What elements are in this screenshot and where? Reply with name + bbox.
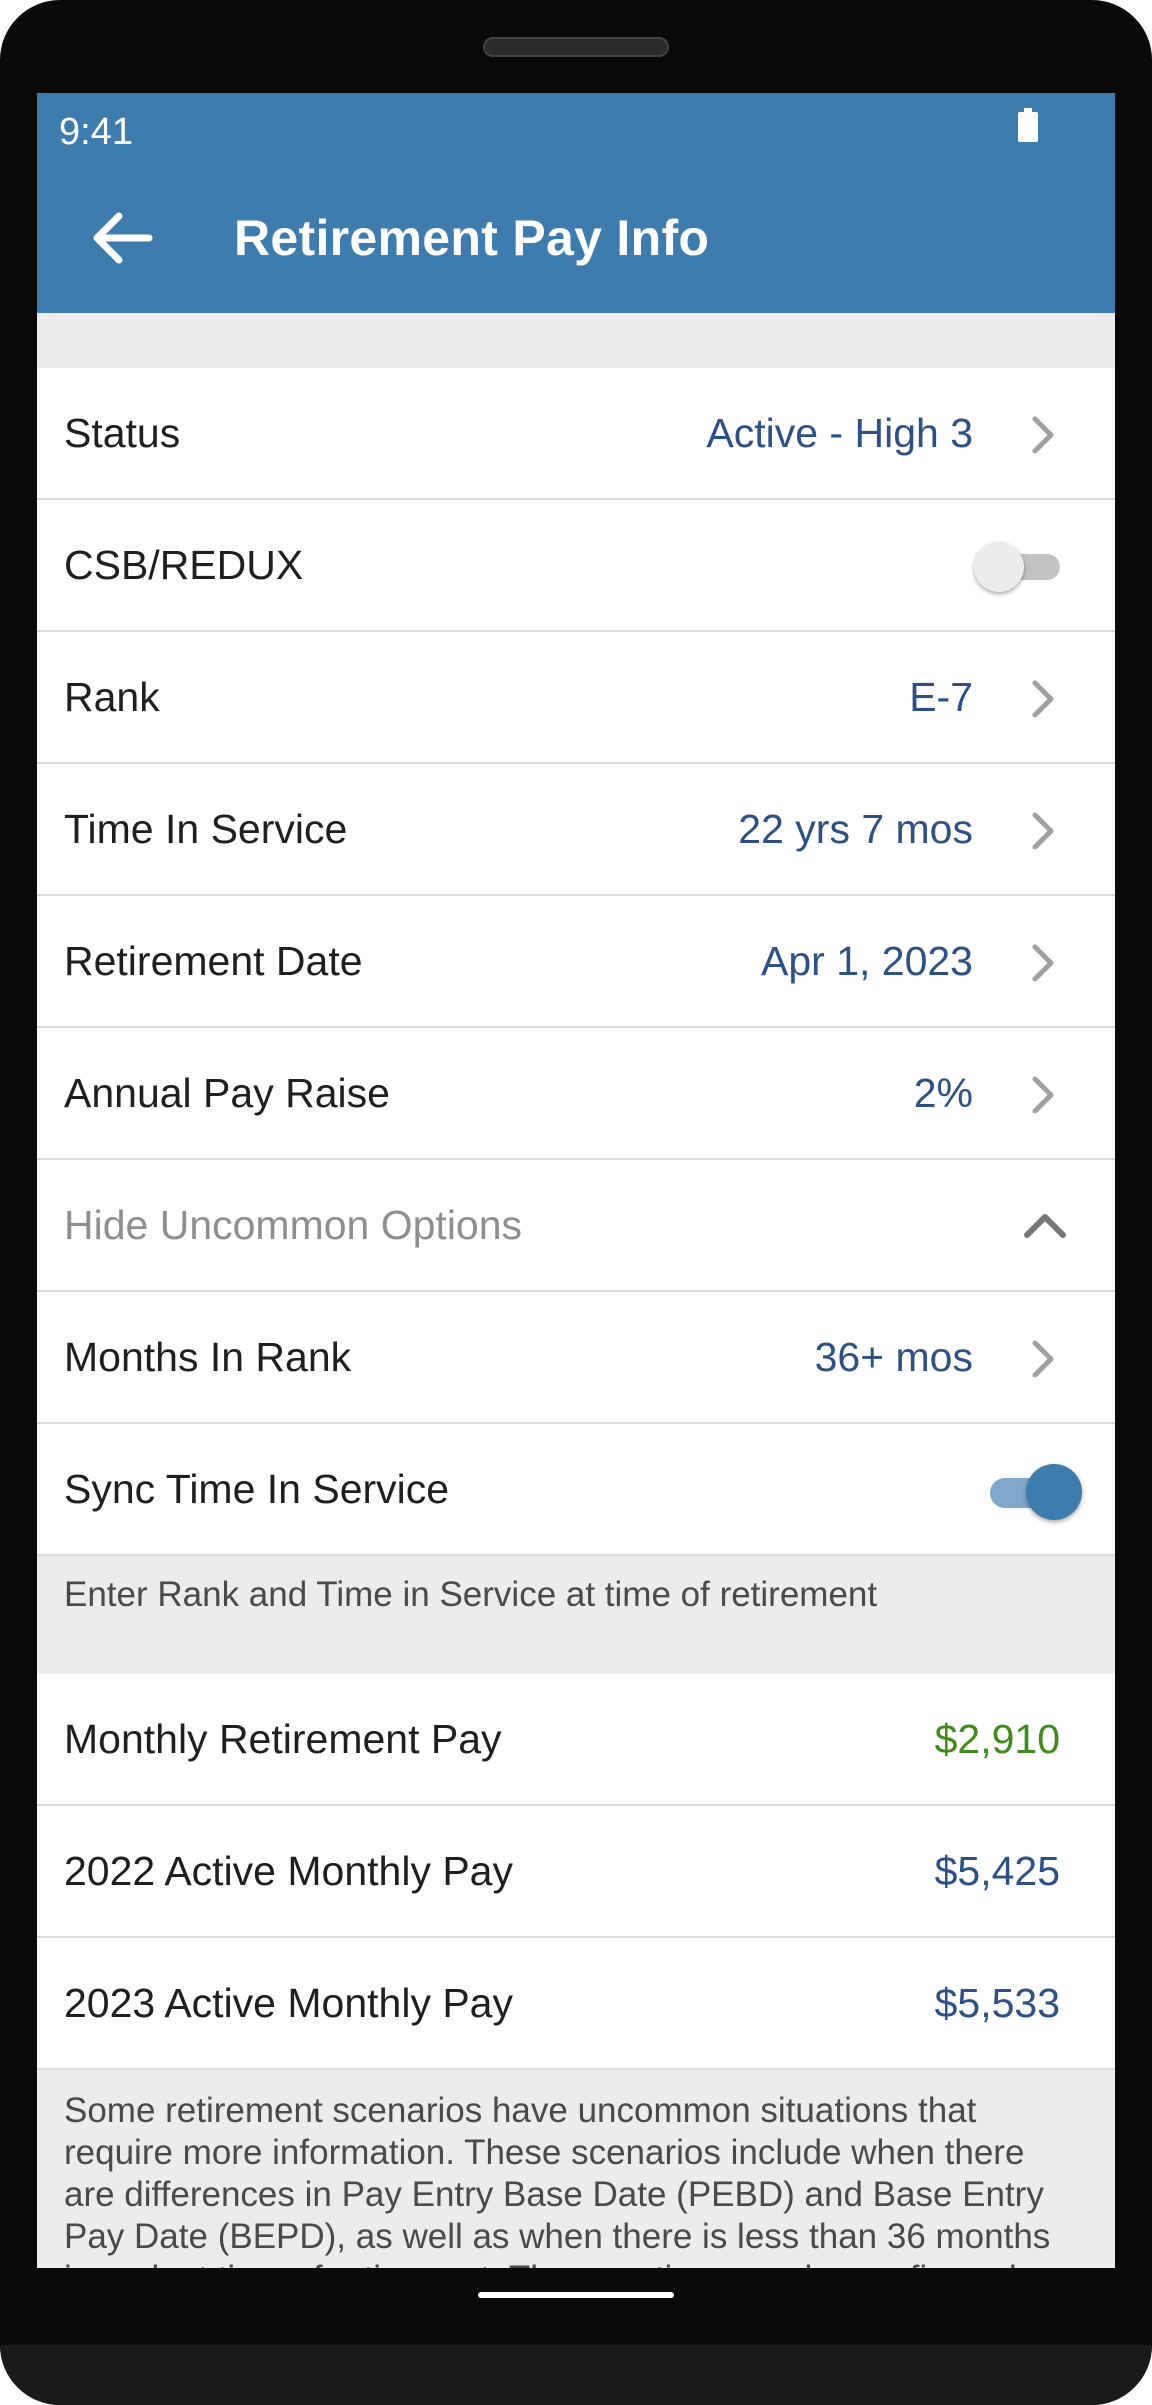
monthly-retirement-pay-row: Monthly Retirement Pay $2,910 bbox=[37, 1674, 1115, 1806]
row-value: 36+ mos bbox=[814, 1334, 973, 1380]
csb-redux-row: CSB/REDUX bbox=[37, 500, 1115, 632]
footer-note: Some retirement scenarios have uncommon … bbox=[37, 2070, 1115, 2268]
row-label: Monthly Retirement Pay bbox=[64, 1716, 502, 1762]
settings-list: Status Active - High 3 CSB/REDUX Rank E-… bbox=[37, 368, 1115, 2268]
chevron-right-icon bbox=[1032, 680, 1054, 718]
status-time: 9:41 bbox=[59, 111, 133, 153]
chevron-right-icon bbox=[1032, 812, 1054, 850]
csb-redux-toggle[interactable] bbox=[974, 542, 1060, 592]
row-label: Retirement Date bbox=[64, 938, 363, 984]
section-note: Enter Rank and Time in Service at time o… bbox=[37, 1556, 1115, 1674]
chevron-right-icon bbox=[1032, 1340, 1054, 1378]
hide-uncommon-options-row[interactable]: Hide Uncommon Options bbox=[37, 1160, 1115, 1292]
row-label: 2022 Active Monthly Pay bbox=[64, 1848, 513, 1894]
chevron-right-icon bbox=[1032, 944, 1054, 982]
row-label: Months In Rank bbox=[64, 1334, 352, 1380]
chevron-right-icon bbox=[1032, 416, 1054, 454]
battery-icon bbox=[1018, 108, 1038, 142]
retirement-date-row[interactable]: Retirement Date Apr 1, 2023 bbox=[37, 896, 1115, 1028]
home-indicator[interactable] bbox=[478, 2292, 674, 2298]
annual-pay-raise-row[interactable]: Annual Pay Raise 2% bbox=[37, 1028, 1115, 1160]
row-value: $5,533 bbox=[934, 1980, 1060, 2026]
app-bar: 9:41 Retirement Pay Info bbox=[37, 93, 1115, 313]
sync-time-in-service-toggle[interactable] bbox=[990, 1464, 1082, 1520]
row-label: CSB/REDUX bbox=[64, 542, 304, 588]
phone-device: 9:41 Retirement Pay Info Status Active -… bbox=[0, 0, 1152, 2405]
row-label: Rank bbox=[64, 674, 160, 720]
row-label: Hide Uncommon Options bbox=[64, 1202, 523, 1248]
row-value: 2% bbox=[913, 1070, 973, 1116]
back-button[interactable] bbox=[87, 205, 157, 271]
chevron-up-icon bbox=[1024, 1214, 1066, 1238]
row-value: $2,910 bbox=[934, 1716, 1060, 1762]
time-in-service-row[interactable]: Time In Service 22 yrs 7 mos bbox=[37, 764, 1115, 896]
row-value: 22 yrs 7 mos bbox=[738, 806, 973, 852]
row-label: Sync Time In Service bbox=[64, 1466, 450, 1512]
screen: 9:41 Retirement Pay Info Status Active -… bbox=[37, 93, 1115, 2268]
active-monthly-pay-2023-row: 2023 Active Monthly Pay $5,533 bbox=[37, 1938, 1115, 2070]
row-label: Time In Service bbox=[64, 806, 348, 852]
row-label: Annual Pay Raise bbox=[64, 1070, 390, 1116]
row-value: Apr 1, 2023 bbox=[761, 938, 973, 984]
row-value: $5,425 bbox=[934, 1848, 1060, 1894]
row-value: E-7 bbox=[909, 674, 973, 720]
row-value: Active - High 3 bbox=[706, 410, 973, 456]
section-spacer bbox=[37, 313, 1115, 368]
row-label: 2023 Active Monthly Pay bbox=[64, 1980, 513, 2026]
page-title: Retirement Pay Info bbox=[234, 210, 710, 266]
rank-row[interactable]: Rank E-7 bbox=[37, 632, 1115, 764]
chevron-right-icon bbox=[1032, 1076, 1054, 1114]
active-monthly-pay-2022-row: 2022 Active Monthly Pay $5,425 bbox=[37, 1806, 1115, 1938]
row-label: Status bbox=[64, 410, 181, 456]
sync-time-in-service-row: Sync Time In Service bbox=[37, 1424, 1115, 1556]
bottom-bezel bbox=[0, 2345, 1152, 2405]
speaker-grille bbox=[483, 37, 669, 57]
back-arrow-icon bbox=[93, 212, 153, 264]
months-in-rank-row[interactable]: Months In Rank 36+ mos bbox=[37, 1292, 1115, 1424]
status-row[interactable]: Status Active - High 3 bbox=[37, 368, 1115, 500]
